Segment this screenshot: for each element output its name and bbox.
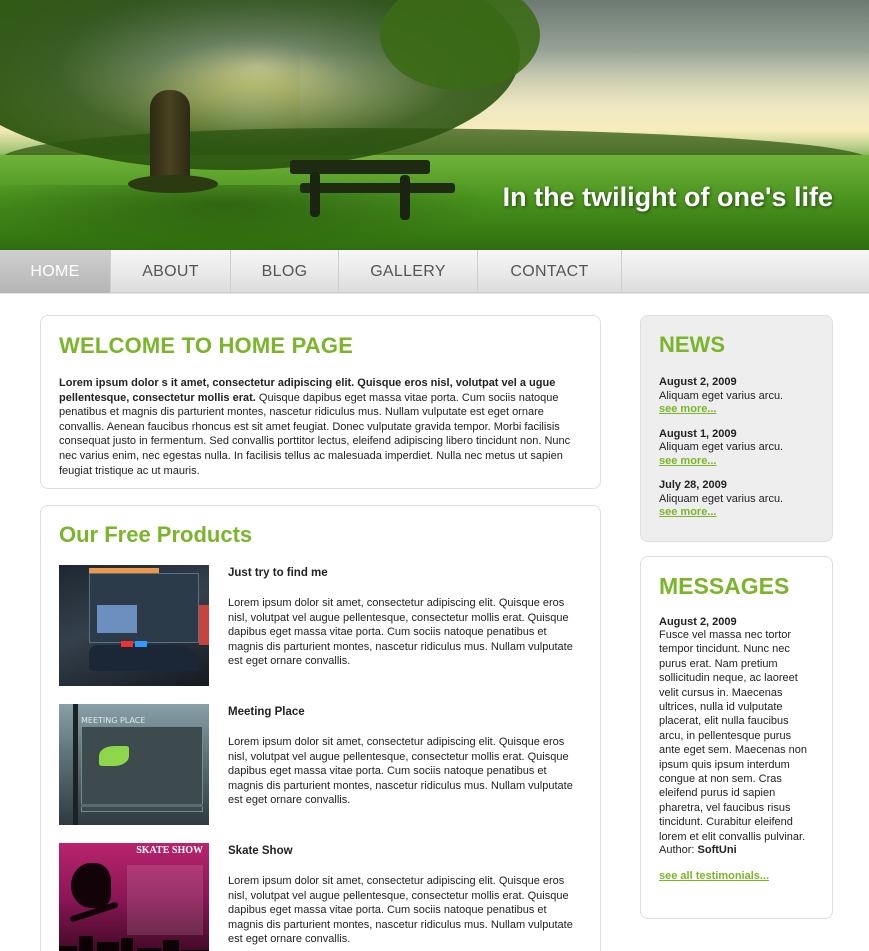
- welcome-body-text: Quisque dapibus eget massa vitae porta. …: [59, 391, 571, 477]
- nav-home[interactable]: HOME: [0, 250, 111, 293]
- news-text: Aliquam eget varius arcu.: [659, 389, 784, 402]
- messages-title: MESSAGES: [659, 573, 790, 599]
- siren-lights: [121, 641, 133, 647]
- header-banner: In the twilight of one's life: [0, 0, 869, 250]
- thumb-panel: [81, 726, 203, 812]
- tree-base: [128, 175, 218, 193]
- product-description: Lorem ipsum dolor sit amet, consectetur …: [228, 597, 573, 668]
- messages-box: MESSAGES August 2, 2009 Fusce vel massa …: [640, 556, 833, 919]
- bench-leg: [400, 175, 410, 220]
- product-item: SKATE SHOW Skate Show Lorem ipsum dolor …: [59, 843, 582, 951]
- news-item: August 2, 2009 Aliquam eget varius arcu.…: [659, 376, 814, 417]
- nav-divider: [0, 293, 869, 294]
- product-item: MEETING PLACE Meeting Place Lorem ipsum …: [59, 704, 582, 843]
- thumb-image-box: [97, 605, 137, 633]
- message-date: August 2, 2009: [659, 616, 737, 628]
- product-thumbnail[interactable]: SKATE SHOW: [59, 843, 209, 951]
- nav-gallery[interactable]: GALLERY: [339, 250, 478, 293]
- news-item: August 1, 2009 Aliquam eget varius arcu.…: [659, 428, 814, 469]
- thumb-side-bar: [199, 605, 209, 645]
- news-date: August 2, 2009: [659, 376, 737, 388]
- product-description: Lorem ipsum dolor sit amet, consectetur …: [228, 875, 573, 946]
- product-info: Meeting Place Lorem ipsum dolor sit amet…: [228, 706, 583, 808]
- grass-shadow: [0, 185, 500, 250]
- product-title[interactable]: Just try to find me: [228, 567, 583, 579]
- thumb-panel: [127, 865, 203, 935]
- news-see-more-link[interactable]: see more...: [659, 455, 716, 467]
- skater-silhouette: [71, 863, 111, 908]
- news-date: August 1, 2009: [659, 427, 737, 440]
- product-title[interactable]: Meeting Place: [228, 706, 583, 718]
- bench-back: [300, 183, 455, 193]
- city-skyline: [59, 936, 209, 951]
- news-item: July 28, 2009 Aliquam eget varius arcu. …: [659, 479, 814, 520]
- product-description: Lorem ipsum dolor sit amet, consectetur …: [228, 736, 573, 807]
- lamp-post-shape: [73, 704, 78, 825]
- author-name: SoftUni: [697, 844, 737, 857]
- product-thumbnail[interactable]: MEETING PLACE: [59, 704, 209, 825]
- author-label: Author:: [659, 844, 695, 857]
- welcome-title: WELCOME TO HOME PAGE: [59, 333, 354, 358]
- header-tagline: In the twilight of one's life: [502, 182, 833, 212]
- news-date: July 28, 2009: [659, 479, 727, 491]
- thumb-label: MEETING PLACE: [81, 716, 146, 725]
- products-box: Our Free Products Just try to find me Lo…: [40, 505, 601, 951]
- nav-about[interactable]: ABOUT: [111, 250, 231, 293]
- bench-leg: [310, 172, 320, 217]
- main-nav: HOME ABOUT BLOG GALLERY CONTACT: [0, 250, 869, 293]
- product-item: Just try to find me Lorem ipsum dolor si…: [59, 565, 582, 704]
- news-box: NEWS August 2, 2009 Aliquam eget varius …: [640, 315, 833, 542]
- news-text: Aliquam eget varius arcu.: [659, 492, 784, 505]
- welcome-box: WELCOME TO HOME PAGE Lorem ipsum dolor s…: [40, 315, 601, 489]
- see-all-testimonials-link[interactable]: see all testimonials...: [659, 870, 814, 882]
- message-text: Fusce vel massa nec tortor tempor tincid…: [659, 629, 807, 843]
- thumb-label: SKATE SHOW: [136, 845, 203, 856]
- product-info: Just try to find me Lorem ipsum dolor si…: [228, 567, 583, 669]
- thumb-bar: [81, 804, 203, 807]
- product-title[interactable]: Skate Show: [228, 845, 583, 857]
- news-text: Aliquam eget varius arcu.: [659, 441, 784, 453]
- message-author: Author: SoftUni: [659, 844, 814, 856]
- welcome-text: Lorem ipsum dolor s it amet, consectetur…: [59, 376, 582, 478]
- news-see-more-link[interactable]: see more...: [659, 506, 716, 518]
- police-car-shape: [89, 645, 199, 671]
- product-info: Skate Show Lorem ipsum dolor sit amet, c…: [228, 845, 583, 947]
- nav-blog[interactable]: BLOG: [231, 250, 339, 293]
- products-title: Our Free Products: [59, 522, 253, 547]
- news-title: NEWS: [659, 332, 725, 357]
- nav-contact[interactable]: CONTACT: [478, 250, 622, 293]
- leaf-logo-shape: [99, 746, 129, 766]
- product-thumbnail[interactable]: [59, 565, 209, 686]
- news-see-more-link[interactable]: see more...: [659, 403, 716, 415]
